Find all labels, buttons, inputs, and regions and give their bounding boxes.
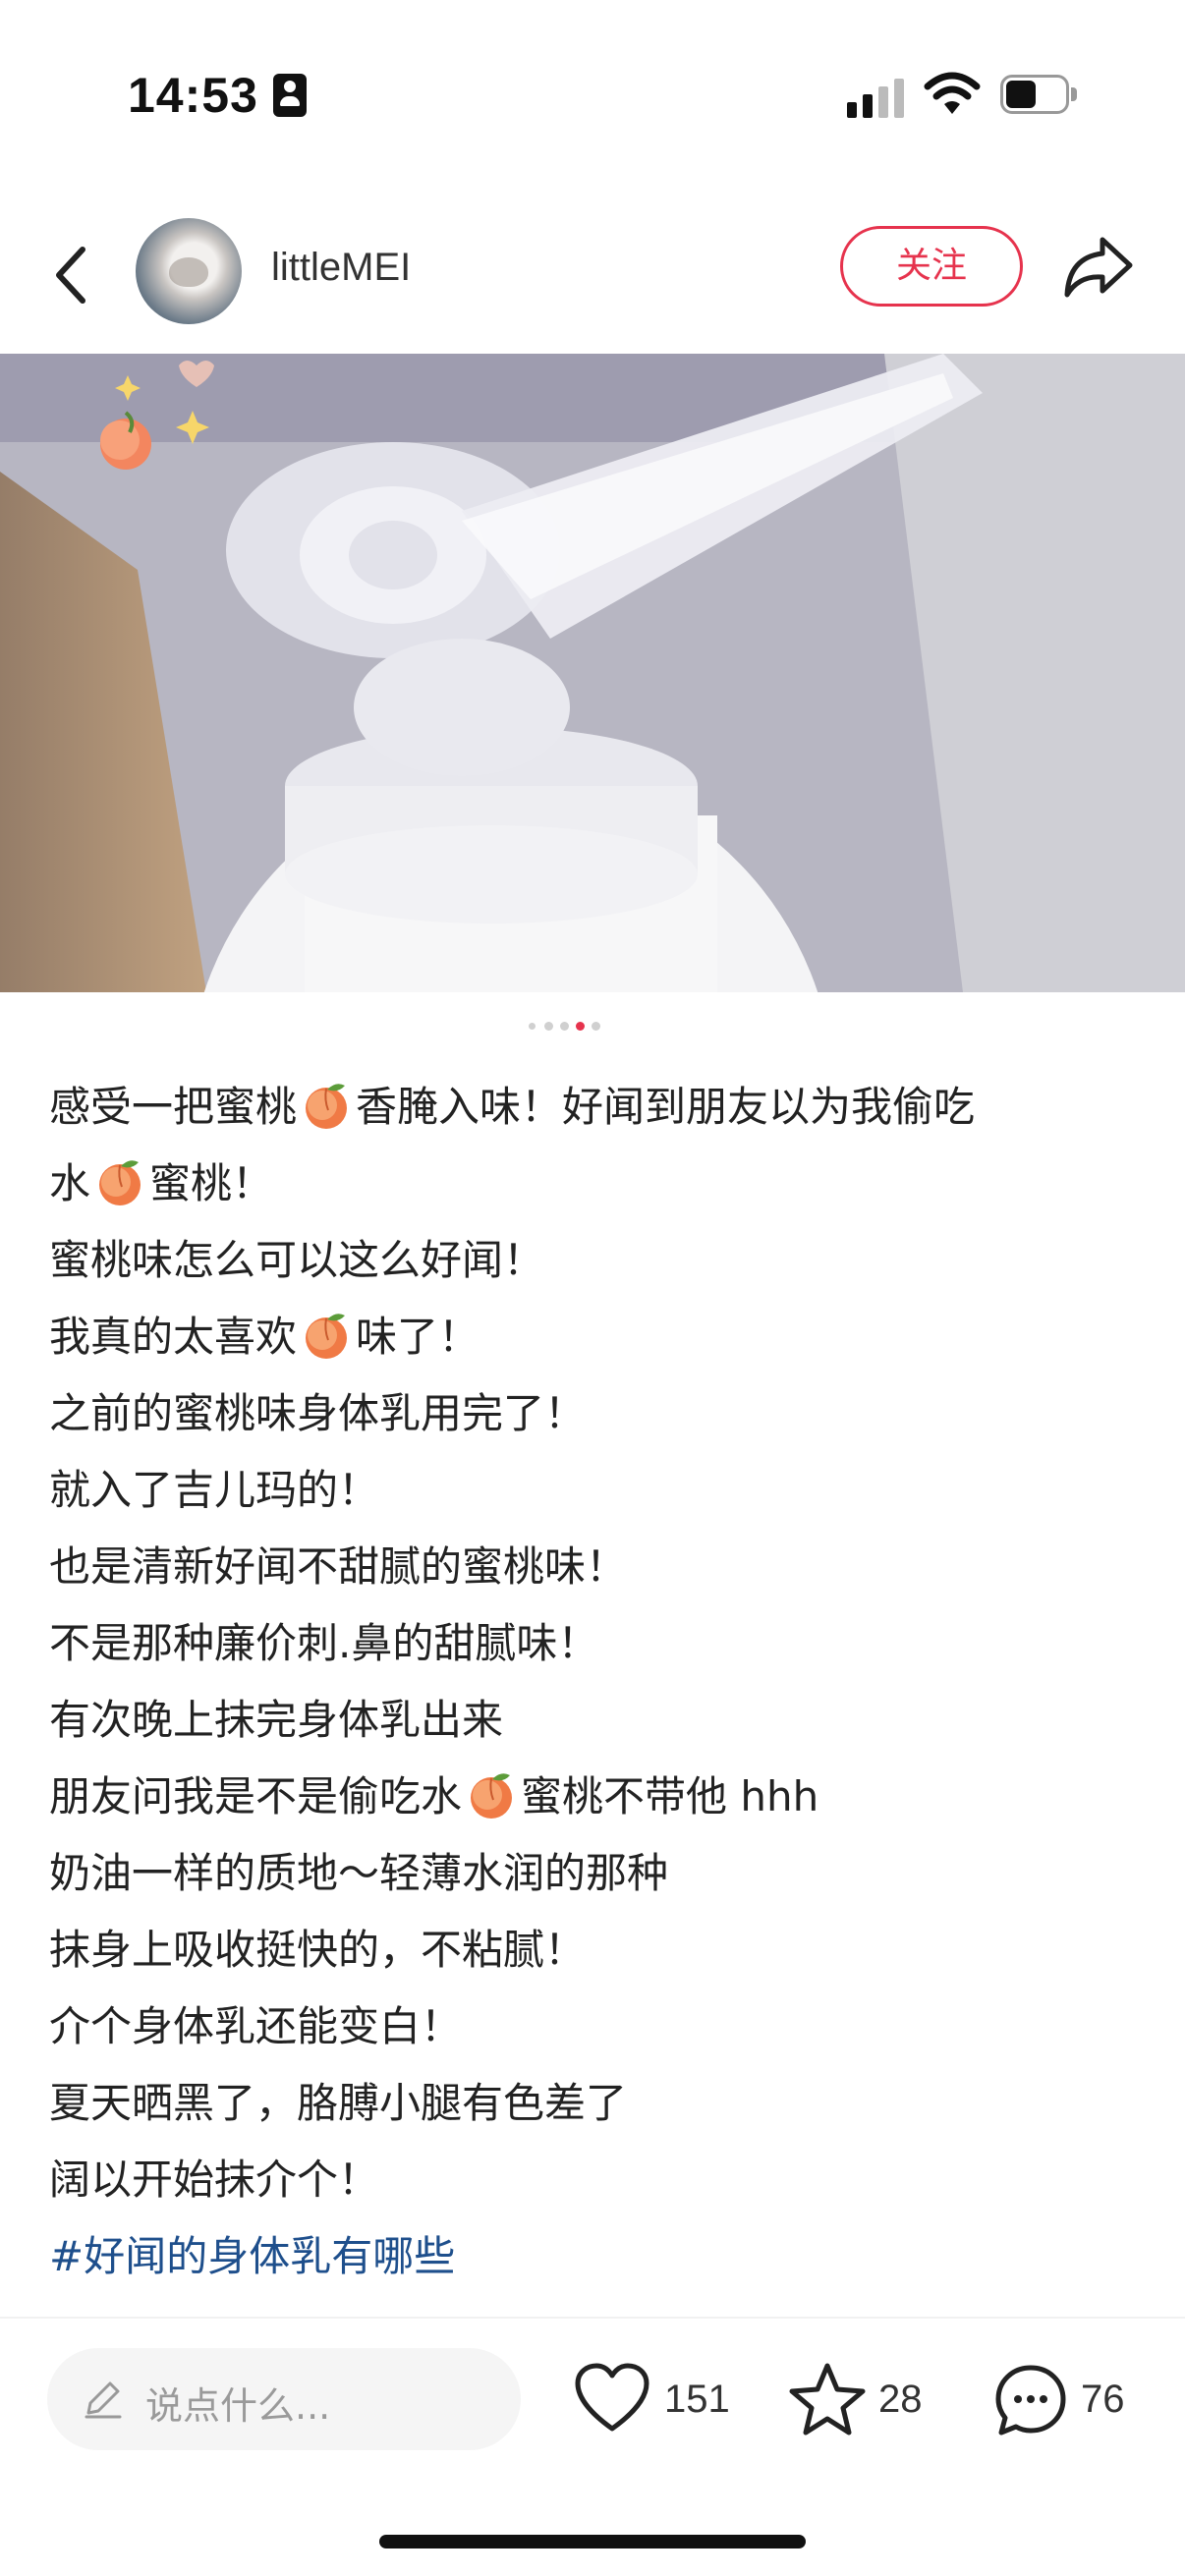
post-text: 奶油一样的质地～轻薄水润的那种 — [49, 1849, 669, 1897]
heart-icon — [575, 2363, 649, 2432]
peach-emoji-icon — [301, 1079, 352, 1130]
home-indicator[interactable] — [379, 2535, 806, 2548]
post-text: 蜜桃不带他 hhh — [521, 1772, 819, 1820]
post-text: 蜜桃！ — [149, 1159, 274, 1207]
peach-emoji-icon — [466, 1768, 517, 1820]
post-text: 就入了吉儿玛的！ — [49, 1466, 380, 1514]
carousel-dot-active — [576, 1022, 585, 1031]
post-text: 阔以开始抹介个！ — [49, 2156, 380, 2204]
post-text: 夏天晒黑了，胳膊小腿有色差了 — [49, 2079, 628, 2127]
wifi-icon — [924, 72, 981, 114]
follow-button[interactable]: 关注 — [840, 226, 1023, 307]
post-text: 不是那种廉价刺.鼻的甜腻味！ — [49, 1619, 599, 1667]
post-line: 抹身上吸收挺快的，不粘腻！ — [49, 1912, 1140, 1988]
peach-emoji-icon — [94, 1155, 145, 1206]
comment-input[interactable]: 说点什么... — [47, 2348, 521, 2450]
comment-placeholder: 说点什么... — [145, 2384, 331, 2428]
hashtag-link[interactable]: #好闻的身体乳有哪些 — [49, 2218, 1140, 2295]
post-text: 香腌入味！好闻到朋友以为我偷吃 — [356, 1083, 976, 1131]
carousel-dot — [529, 1023, 536, 1030]
star-icon — [789, 2363, 866, 2436]
post-text: 水 — [49, 1159, 91, 1207]
post-line: 我真的太喜欢 味了！ — [49, 1299, 1140, 1375]
post-header: littleMEI 关注 — [0, 206, 1185, 354]
post-text: 抹身上吸收挺快的，不粘腻！ — [49, 1926, 587, 1974]
like-button[interactable]: 151 — [574, 2356, 731, 2444]
share-icon[interactable] — [1061, 234, 1136, 303]
favorite-button[interactable]: 28 — [788, 2356, 935, 2444]
post-line: 不是那种廉价刺.鼻的甜腻味！ — [49, 1605, 1140, 1682]
post-image[interactable] — [0, 354, 1185, 992]
post-line: 奶油一样的质地～轻薄水润的那种 — [49, 1835, 1140, 1912]
post-text: 感受一把蜜桃 — [49, 1083, 298, 1131]
post-text: 我真的太喜欢 — [49, 1313, 298, 1361]
post-text: 也是清新好闻不甜腻的蜜桃味！ — [49, 1542, 628, 1591]
post-line: 蜜桃味怎么可以这么好闻！ — [49, 1222, 1140, 1299]
post-text: 之前的蜜桃味身体乳用完了！ — [49, 1389, 587, 1437]
comment-button[interactable]: 76 — [992, 2356, 1150, 2444]
status-bar: 14:53 — [0, 0, 1185, 196]
pencil-icon — [85, 2381, 122, 2419]
post-text: 朋友问我是不是偷吃水 — [49, 1772, 463, 1820]
post-line: 感受一把蜜桃 香腌入味！好闻到朋友以为我偷吃 — [49, 1069, 1140, 1146]
post-line: 也是清新好闻不甜腻的蜜桃味！ — [49, 1529, 1140, 1605]
post-line: 阔以开始抹介个！ — [49, 2142, 1140, 2218]
carousel-dot — [544, 1022, 553, 1031]
post-content: 感受一把蜜桃 香腌入味！好闻到朋友以为我偷吃水 蜜桃！ 蜜桃味怎么可以这么好闻！ 我真的… — [49, 1069, 1140, 2295]
like-count: 151 — [664, 2378, 730, 2421]
signal-icon — [847, 77, 906, 118]
divider — [0, 2317, 1185, 2319]
post-text: 味了！ — [356, 1313, 480, 1361]
battery-icon — [1000, 75, 1079, 116]
carousel-dot — [560, 1022, 569, 1031]
post-line: 就入了吉儿玛的！ — [49, 1452, 1140, 1529]
post-line: 介个身体乳还能变白！ — [49, 1988, 1140, 2065]
avatar[interactable] — [136, 218, 242, 324]
comment-count: 76 — [1081, 2378, 1125, 2421]
username[interactable]: littleMEI — [271, 246, 411, 290]
post-text: 有次晚上抹完身体乳出来 — [49, 1696, 504, 1744]
post-line: 之前的蜜桃味身体乳用完了！ — [49, 1375, 1140, 1452]
back-chevron-icon[interactable] — [51, 236, 90, 314]
post-line: 朋友问我是不是偷吃水 蜜桃不带他 hhh — [49, 1759, 1140, 1835]
post-line: 水 蜜桃！ — [49, 1146, 1140, 1222]
post-text: 介个身体乳还能变白！ — [49, 2002, 463, 2050]
comment-bubble-icon — [995, 2365, 1066, 2436]
carousel-dot — [592, 1022, 600, 1031]
id-card-icon — [273, 74, 307, 117]
post-line: 夏天晒黑了，胳膊小腿有色差了 — [49, 2065, 1140, 2142]
peach-emoji-icon — [301, 1309, 352, 1360]
post-text: 蜜桃味怎么可以这么好闻！ — [49, 1236, 545, 1284]
favorite-count: 28 — [878, 2378, 923, 2421]
status-time: 14:53 — [128, 68, 258, 123]
post-line: 有次晚上抹完身体乳出来 — [49, 1682, 1140, 1759]
